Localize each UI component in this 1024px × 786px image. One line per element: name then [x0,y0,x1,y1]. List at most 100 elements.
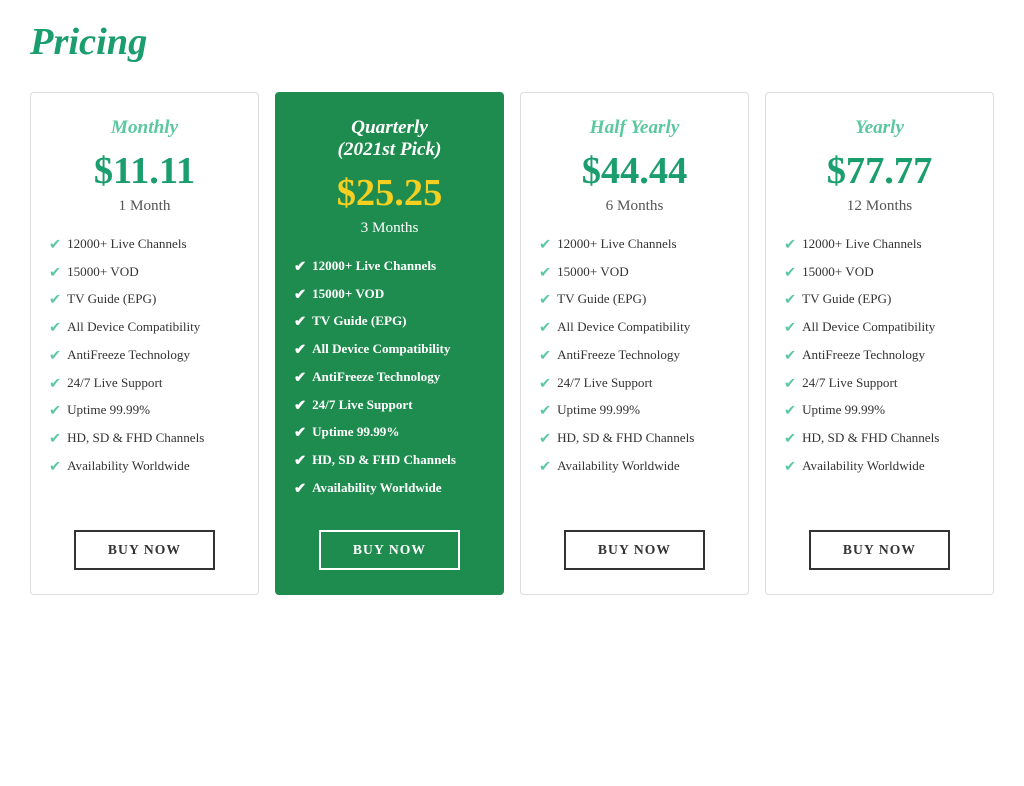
check-icon: ✔ [294,369,306,388]
feature-text: AntiFreeze Technology [557,346,680,363]
check-icon: ✔ [49,347,61,366]
list-item: ✔Uptime 99.99% [294,423,485,443]
feature-text: TV Guide (EPG) [67,290,156,307]
check-icon: ✔ [784,264,796,283]
plan-features-monthly: ✔ 12000+ Live Channels ✔ 15000+ VOD ✔ TV Guid… [49,235,240,506]
plan-duration-quarterly: 3 Months [361,219,419,237]
feature-text: Availability Worldwide [557,457,680,474]
plan-name-quarterly: Quarterly (2021st Pick) [338,117,442,161]
check-icon: ✔ [294,313,306,332]
check-icon: ✔ [49,458,61,477]
list-item: ✔12000+ Live Channels [784,235,975,255]
feature-text: HD, SD & FHD Channels [802,429,939,446]
list-item: ✔ Uptime 99.99% [49,401,240,421]
check-icon: ✔ [539,319,551,338]
list-item: ✔ Availability Worldwide [49,457,240,477]
feature-text: TV Guide (EPG) [802,290,891,307]
feature-text: 24/7 Live Support [802,374,897,391]
pricing-grid: Monthly$11.111 Month✔12000+ Live Channel… [30,92,994,595]
feature-text: Uptime 99.99% [557,401,640,418]
check-icon: ✔ [539,430,551,449]
check-icon: ✔ [784,430,796,449]
check-icon: ✔ [49,402,61,421]
plan-features-half-yearly: ✔12000+ Live Channels✔15000+ VOD✔TV Guid… [539,235,730,506]
list-item: ✔TV Guide (EPG) [539,290,730,310]
list-item: ✔15000+ VOD [294,285,485,305]
feature-text: HD, SD & FHD Channels [312,451,456,468]
check-icon: ✔ [294,258,306,277]
list-item: ✔Uptime 99.99% [784,401,975,421]
plan-price-monthly: $11.11 [94,149,195,193]
list-item: ✔24/7 Live Support [539,374,730,394]
feature-text: AntiFreeze Technology [67,346,190,363]
list-item: ✔24/7 Live Support [784,374,975,394]
list-item: ✔ HD, SD & FHD Channels [784,429,975,449]
check-icon: ✔ [49,264,61,283]
list-item: ✔ 12000+ Live Channels [49,235,240,255]
plan-card-half-yearly: Half Yearly $44.44 6 Months ✔ 12000+ Live Ch… [520,92,749,595]
buy-now-button-quarterly[interactable]: BUY NOW [319,530,460,570]
plan-card-monthly: Monthly$11.111 Month✔12000+ Live Channel… [30,92,259,595]
buy-now-button-yearly[interactable]: BUY NOW [809,530,950,570]
list-item: ✔AntiFreeze Technology [539,346,730,366]
feature-text: Availability Worldwide [312,479,442,496]
check-icon: ✔ [294,480,306,499]
feature-text: 15000+ VOD [67,263,139,280]
feature-text: 15000+ VOD [802,263,874,280]
feature-text: 12000+ Live Channels [67,235,187,252]
plan-duration-half-yearly: 6 Months [606,197,664,215]
plan-features-yearly: ✔12000+ Live Channels✔15000+ VOD✔TV Guid… [784,235,975,506]
check-icon: ✔ [49,375,61,394]
list-item: ✔ AntiFreeze Technology [49,346,240,366]
plan-name-monthly: Monthly [111,117,178,139]
list-item: ✔ All Device Compatibility [49,318,240,338]
feature-text: Uptime 99.99% [67,401,150,418]
check-icon: ✔ [784,291,796,310]
plan-price-quarterly: $25.25 [337,171,443,215]
list-item: ✔ TV Guide (EPG) [49,290,240,310]
feature-text: 24/7 Live Support [67,374,162,391]
check-icon: ✔ [539,236,551,255]
list-item: ✔ HD, SD & FHD Channels [539,429,730,449]
list-item: ✔ 12000+ Live Channels [539,235,730,255]
buy-now-button-half-yearly[interactable]: BUY NOW [564,530,705,570]
check-icon: ✔ [294,452,306,471]
list-item: ✔ Availability Worldwide [294,479,485,499]
feature-text: Availability Worldwide [67,457,190,474]
buy-now-button-monthly[interactable]: BUY NOW [74,530,215,570]
feature-text: All Device Compatibility [312,340,450,357]
page-title: Pricing [30,20,994,64]
check-icon: ✔ [539,458,551,477]
feature-text: HD, SD & FHD Channels [557,429,694,446]
plan-price-half-yearly: $44.44 [582,149,688,193]
list-item: ✔12000+ Live Channels [294,257,485,277]
feature-text: 12000+ Live Channels [557,235,677,252]
check-icon: ✔ [539,264,551,283]
list-item: ✔ HD, SD & FHD Channels [294,451,485,471]
list-item: ✔ 15000+ VOD [49,263,240,283]
feature-text: AntiFreeze Technology [312,368,440,385]
feature-text: TV Guide (EPG) [312,312,406,329]
check-icon: ✔ [784,319,796,338]
check-icon: ✔ [49,236,61,255]
feature-text: 12000+ Live Channels [802,235,922,252]
list-item: ✔ TV Guide (EPG) [784,290,975,310]
check-icon: ✔ [49,430,61,449]
plan-name-yearly: Yearly [855,117,904,139]
list-item: ✔ 15000+ VOD [784,263,975,283]
feature-text: All Device Compatibility [67,318,200,335]
check-icon: ✔ [784,347,796,366]
check-icon: ✔ [49,319,61,338]
feature-text: TV Guide (EPG) [557,290,646,307]
check-icon: ✔ [49,291,61,310]
plan-price-yearly: $77.77 [827,149,933,193]
feature-text: Availability Worldwide [802,457,925,474]
feature-text: Uptime 99.99% [312,423,399,440]
list-item: ✔ 24/7 Live Support [49,374,240,394]
plan-card-yearly: Yearly$77.7712 Months✔12000+ Live Channe… [765,92,994,595]
list-item: ✔All Device Compatibility [539,318,730,338]
check-icon: ✔ [784,402,796,421]
plan-name-half-yearly: Half Yearly [590,117,680,139]
check-icon: ✔ [539,402,551,421]
feature-text: HD, SD & FHD Channels [67,429,204,446]
